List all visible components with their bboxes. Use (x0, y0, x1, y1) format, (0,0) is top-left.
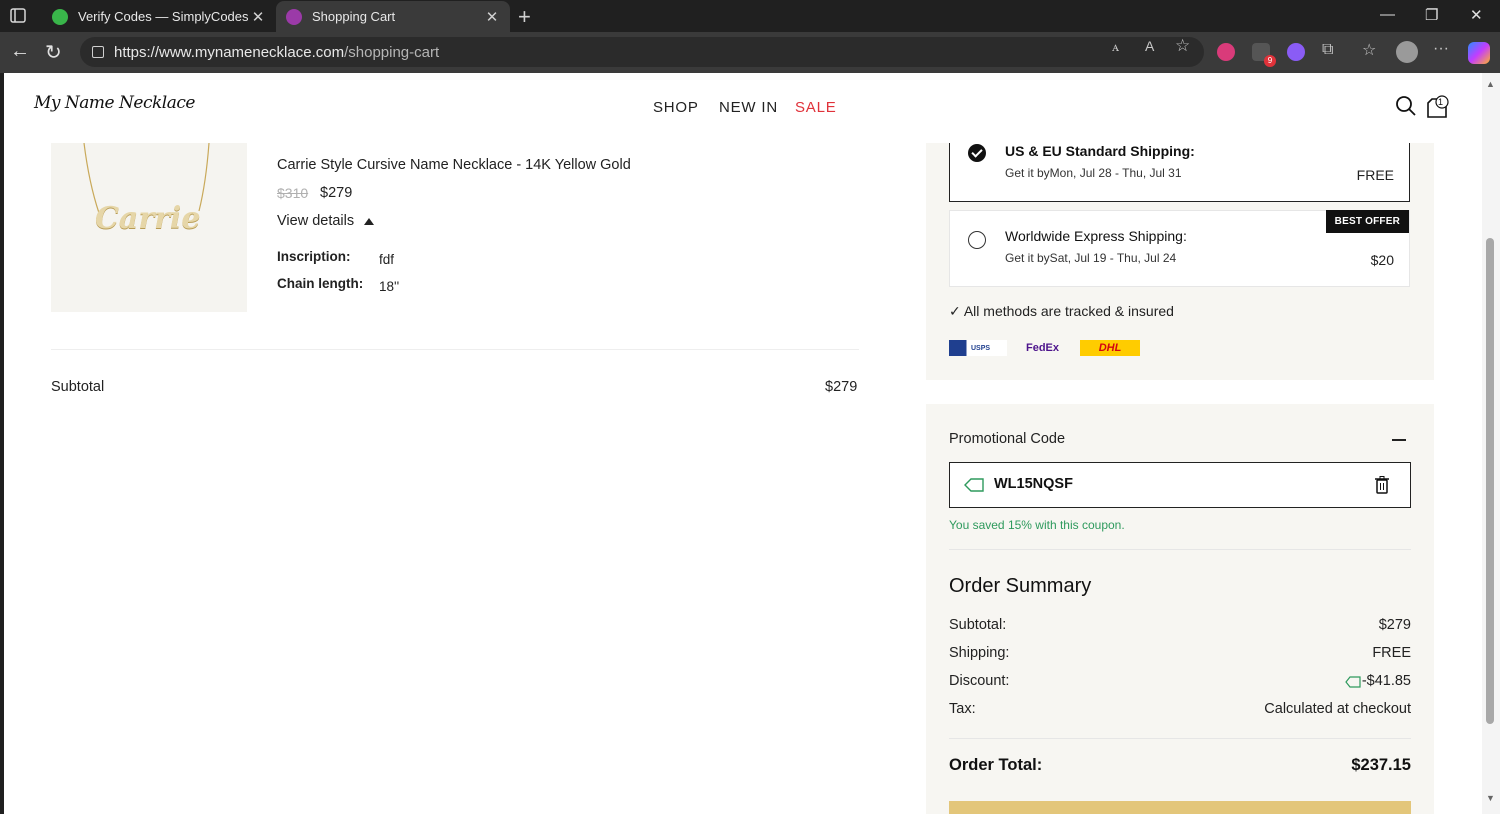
page-scrollbar[interactable]: ▲ ▼ (1482, 73, 1500, 814)
shipping-option-standard[interactable]: US & EU Standard Shipping: Get it byMon,… (949, 143, 1410, 202)
cart-subtotal-label: Subtotal (51, 379, 105, 395)
collapse-minus-icon[interactable] (1392, 439, 1406, 441)
restore-icon[interactable]: ❐ (1425, 6, 1438, 24)
minimize-icon[interactable]: — (1380, 6, 1395, 23)
radio-selected-icon[interactable] (968, 144, 986, 162)
discount-tag-icon (1345, 676, 1361, 688)
shipping-option-price: $20 (1370, 252, 1394, 268)
summary-row-subtotal: Subtotal: $279 (949, 617, 1411, 633)
summary-row-tax: Tax: Calculated at checkout (949, 701, 1411, 717)
page-content: My Name Necklace SHOP NEW IN SALE 1 Carr… (4, 73, 1482, 814)
translate-icon[interactable]: ꭺ (1112, 38, 1119, 55)
scroll-down-arrow-icon[interactable]: ▼ (1486, 793, 1495, 803)
copilot-icon[interactable] (1468, 42, 1490, 64)
cart-subtotal-value: $279 (825, 379, 858, 395)
close-tab-icon[interactable]: ✕ (250, 8, 266, 26)
browser-toolbar: ← ↻ https://www.mynamenecklace.com/shopp… (0, 32, 1500, 73)
more-menu-icon[interactable]: ··· (1433, 40, 1449, 58)
original-price: $310 (277, 185, 309, 201)
caret-up-icon[interactable] (364, 218, 374, 225)
tab-shopping-cart[interactable]: Shopping Cart ✕ (276, 1, 510, 32)
profile-avatar-icon[interactable] (1396, 41, 1418, 63)
scroll-up-arrow-icon[interactable]: ▲ (1486, 79, 1495, 89)
shipping-option-price: FREE (1356, 167, 1394, 183)
shipping-option-title: Worldwide Express Shipping: (1005, 228, 1187, 244)
shipping-panel: US & EU Standard Shipping: Get it byMon,… (926, 143, 1434, 380)
close-window-icon[interactable]: ✕ (1470, 6, 1483, 24)
product-name[interactable]: Carrie Style Cursive Name Necklace - 14K… (277, 157, 631, 173)
tracked-note: ✓ All methods are tracked & insured (949, 303, 1174, 319)
extension-badge-count: 9 (1264, 55, 1276, 67)
back-icon[interactable]: ← (10, 40, 30, 63)
order-summary-title: Order Summary (949, 575, 1092, 597)
chain-length-value: 18'' (379, 279, 400, 294)
tab-title: Verify Codes — SimplyCodes (78, 9, 249, 24)
sale-price: $279 (320, 185, 353, 201)
read-aloud-icon[interactable]: A (1145, 38, 1154, 54)
chain-length-label: Chain length: (277, 276, 364, 291)
url-text: https://www.mynamenecklace.com/shopping-… (114, 43, 440, 61)
dhl-logo-icon: DHL (1080, 340, 1140, 356)
extensions-puzzle-icon[interactable]: ⧉ (1322, 41, 1333, 59)
new-tab-icon[interactable]: + (518, 4, 531, 30)
summary-row-discount: Discount: -$41.85 (949, 673, 1411, 689)
favorites-list-icon[interactable]: ☆ (1362, 40, 1376, 60)
close-tab-icon[interactable]: ✕ (484, 8, 500, 26)
workspaces-icon[interactable] (8, 6, 30, 26)
shipping-option-title: US & EU Standard Shipping: (1005, 143, 1195, 159)
product-image[interactable]: Carrie (51, 143, 247, 312)
tab-title: Shopping Cart (312, 9, 396, 24)
coupon-tag-icon (964, 478, 984, 492)
address-bar[interactable]: https://www.mynamenecklace.com/shopping-… (80, 37, 1204, 67)
shipping-option-express[interactable]: BEST OFFER Worldwide Express Shipping: G… (949, 210, 1410, 287)
summary-row-shipping: Shipping: FREE (949, 645, 1411, 661)
reload-icon[interactable]: ↻ (45, 40, 62, 65)
extension-shield-icon[interactable] (1217, 43, 1235, 61)
checkout-button[interactable] (949, 801, 1411, 814)
best-offer-badge: BEST OFFER (1325, 210, 1409, 233)
promo-code-title: Promotional Code (949, 431, 1066, 447)
nav-new-in[interactable]: NEW IN (719, 99, 778, 116)
inscription-value: fdf (379, 252, 395, 267)
site-logo[interactable]: My Name Necklace (34, 93, 195, 113)
favorite-star-icon[interactable]: ☆ (1175, 36, 1190, 56)
scrollbar-thumb[interactable] (1486, 238, 1494, 724)
radio-unselected-icon[interactable] (968, 231, 986, 249)
shipping-option-eta: Get it byMon, Jul 28 - Thu, Jul 31 (1005, 166, 1182, 180)
coupon-saved-message: You saved 15% with this coupon. (949, 518, 1125, 532)
search-icon[interactable] (1395, 95, 1417, 117)
shipping-option-eta: Get it bySat, Jul 19 - Thu, Jul 24 (1005, 251, 1177, 265)
lock-icon (92, 46, 104, 58)
divider (51, 349, 859, 350)
divider (949, 549, 1411, 550)
cart-count: 1 (1438, 97, 1444, 107)
nav-shop[interactable]: SHOP (653, 99, 699, 116)
fedex-logo-icon: FedEx (1026, 342, 1060, 354)
inscription-label: Inscription: (277, 249, 351, 264)
nav-sale[interactable]: SALE (795, 99, 837, 116)
extension-purple-icon[interactable] (1287, 43, 1305, 61)
divider (949, 738, 1411, 739)
order-summary-panel: Promotional Code WL15NQSF You saved 15% … (926, 404, 1434, 814)
order-total-row: Order Total: $237.15 (949, 756, 1411, 774)
trash-icon[interactable] (1375, 476, 1389, 494)
browser-tab-bar: Verify Codes — SimplyCodes ✕ Shopping Ca… (0, 0, 1500, 32)
promo-code-field[interactable]: WL15NQSF (949, 462, 1411, 508)
view-details-toggle[interactable]: View details (277, 213, 354, 229)
necklace-inscription-image-text: Carrie (95, 201, 201, 236)
simplycodes-favicon-icon (52, 8, 68, 25)
site-header: My Name Necklace SHOP NEW IN SALE 1 (4, 73, 1482, 143)
usps-logo-icon: USPS (949, 340, 1007, 356)
promo-code-value: WL15NQSF (994, 476, 1073, 492)
tab-simplycodes[interactable]: Verify Codes — SimplyCodes ✕ (42, 1, 276, 32)
mnn-favicon-icon (286, 8, 302, 25)
